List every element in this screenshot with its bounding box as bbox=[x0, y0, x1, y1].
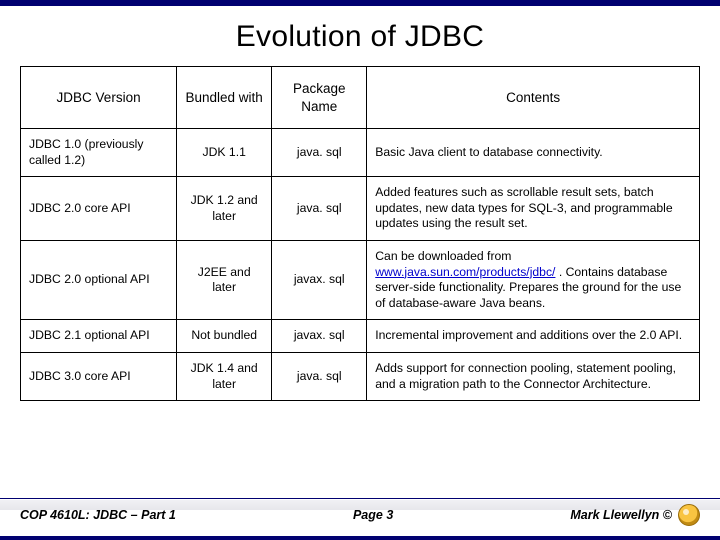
download-link[interactable]: www.java.sun.com/products/jdbc/ bbox=[375, 265, 555, 279]
page-title: Evolution of JDBC bbox=[0, 6, 720, 66]
table-row: JDBC 1.0 (previously called 1.2) JDK 1.1… bbox=[21, 129, 700, 177]
cell-version: JDBC 2.0 core API bbox=[21, 177, 177, 241]
table-header-row: JDBC Version Bundled with Package Name C… bbox=[21, 67, 700, 129]
table-row: JDBC 2.0 optional API J2EE and later jav… bbox=[21, 241, 700, 320]
cell-version: JDBC 1.0 (previously called 1.2) bbox=[21, 129, 177, 177]
cell-contents: Incremental improvement and additions ov… bbox=[367, 320, 700, 353]
cell-package: java. sql bbox=[272, 177, 367, 241]
cell-version: JDBC 2.1 optional API bbox=[21, 320, 177, 353]
cell-version: JDBC 2.0 optional API bbox=[21, 241, 177, 320]
cell-contents: Adds support for connection pooling, sta… bbox=[367, 353, 700, 401]
footer: COP 4610L: JDBC – Part 1 Page 3 Mark Lle… bbox=[0, 496, 720, 530]
slide: Evolution of JDBC JDBC Version Bundled w… bbox=[0, 0, 720, 540]
footer-text: COP 4610L: JDBC – Part 1 Page 3 Mark Lle… bbox=[20, 504, 700, 526]
cell-package: java. sql bbox=[272, 353, 367, 401]
cell-contents: Added features such as scrollable result… bbox=[367, 177, 700, 241]
footer-right: Mark Llewellyn © bbox=[570, 508, 672, 522]
col-version: JDBC Version bbox=[21, 67, 177, 129]
cell-bundled: JDK 1.4 and later bbox=[177, 353, 272, 401]
cell-bundled: JDK 1.1 bbox=[177, 129, 272, 177]
table-row: JDBC 2.1 optional API Not bundled javax.… bbox=[21, 320, 700, 353]
jdbc-evolution-table: JDBC Version Bundled with Package Name C… bbox=[20, 66, 700, 401]
footer-divider bbox=[0, 498, 720, 499]
footer-left: COP 4610L: JDBC – Part 1 bbox=[20, 508, 176, 522]
col-bundled: Bundled with bbox=[177, 67, 272, 129]
cell-bundled: JDK 1.2 and later bbox=[177, 177, 272, 241]
footer-right-wrap: Mark Llewellyn © bbox=[570, 504, 700, 526]
jdbc-evolution-table-wrap: JDBC Version Bundled with Package Name C… bbox=[0, 66, 720, 401]
text-pre: Can be downloaded from bbox=[375, 249, 511, 263]
cell-bundled: J2EE and later bbox=[177, 241, 272, 320]
cell-bundled: Not bundled bbox=[177, 320, 272, 353]
cell-package: javax. sql bbox=[272, 320, 367, 353]
cell-contents: Basic Java client to database connectivi… bbox=[367, 129, 700, 177]
footer-center: Page 3 bbox=[353, 508, 393, 522]
cell-contents: Can be downloaded from www.java.sun.com/… bbox=[367, 241, 700, 320]
col-contents: Contents bbox=[367, 67, 700, 129]
cell-package: java. sql bbox=[272, 129, 367, 177]
cell-package: javax. sql bbox=[272, 241, 367, 320]
col-package: Package Name bbox=[272, 67, 367, 129]
table-row: JDBC 2.0 core API JDK 1.2 and later java… bbox=[21, 177, 700, 241]
ucf-seal-icon bbox=[678, 504, 700, 526]
cell-version: JDBC 3.0 core API bbox=[21, 353, 177, 401]
table-row: JDBC 3.0 core API JDK 1.4 and later java… bbox=[21, 353, 700, 401]
